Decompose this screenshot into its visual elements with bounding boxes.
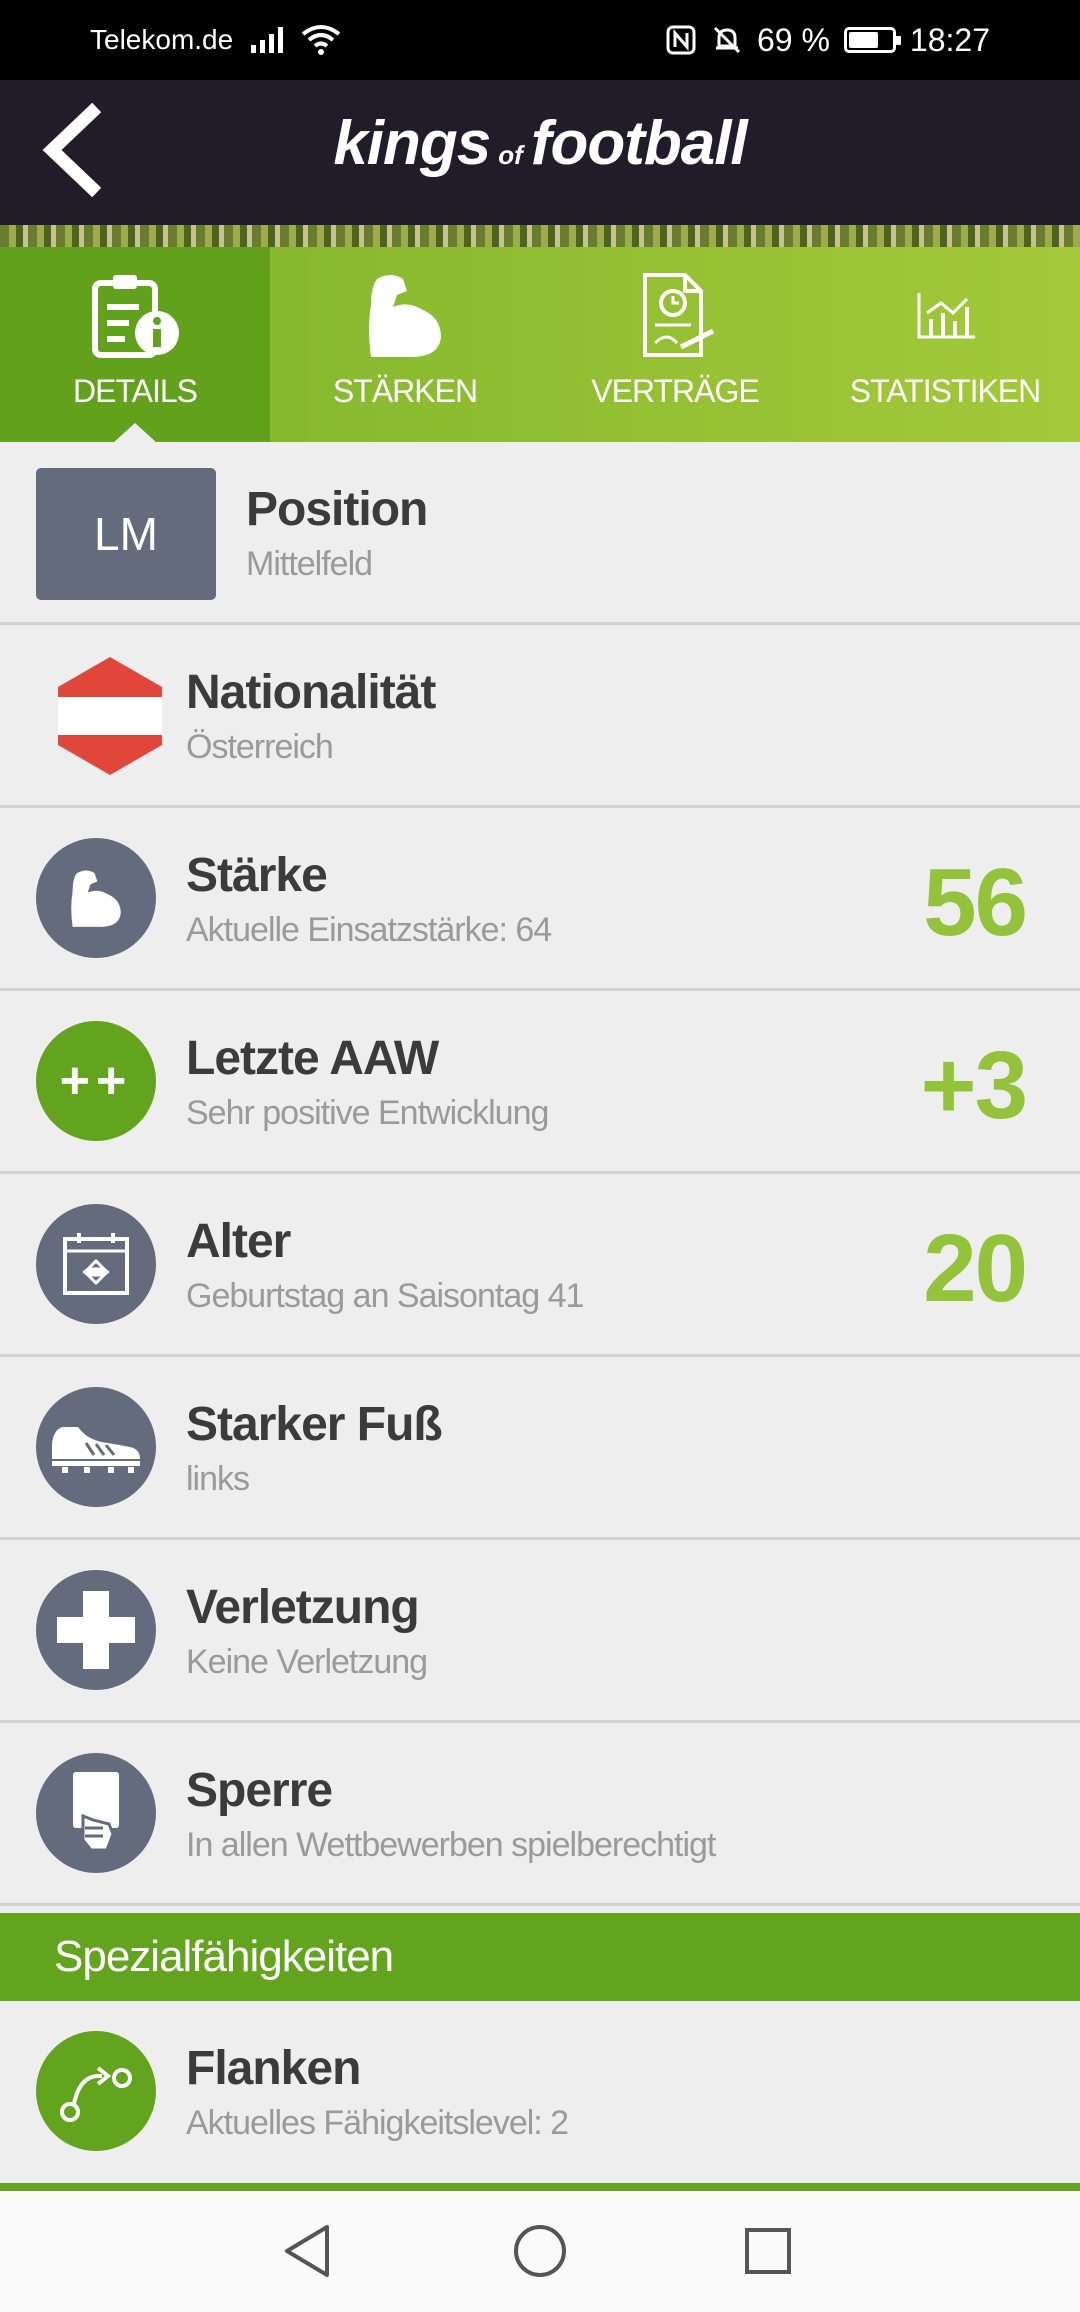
foot-icon-circle <box>36 1387 156 1507</box>
skill-icon-circle <box>36 2031 156 2151</box>
row-title: Starker Fuß <box>186 1398 443 1451</box>
nav-recents-button[interactable] <box>728 2211 808 2291</box>
row-subtitle: Aktuelles Fähigkeitslevel: 2 <box>186 2104 569 2142</box>
row-title: Stärke <box>186 849 328 902</box>
tab-bar: DETAILS STÄRKEN VERTRÄGE STATISTIKEN <box>0 247 1080 443</box>
signal-icon <box>251 27 284 53</box>
home-circle-icon <box>514 2225 566 2277</box>
row-subtitle: Sehr positive Entwicklung <box>186 1094 549 1132</box>
strong-foot-row: Starker Fuß links <box>0 1357 1080 1540</box>
battery-icon <box>843 27 901 53</box>
clock: 18:27 <box>909 21 990 58</box>
tab-details[interactable]: DETAILS <box>0 247 270 443</box>
tab-vertraege[interactable]: VERTRÄGE <box>540 247 810 442</box>
system-nav-bar <box>0 2191 1080 2312</box>
tab-label: STÄRKEN <box>332 373 478 409</box>
row-title: Letzte AAW <box>186 1032 439 1085</box>
special-skills-header: Spezialfähigkeiten <box>0 1913 1080 2001</box>
card-hand-icon <box>73 1772 119 1852</box>
carrier-name: Telekom.de <box>90 24 234 55</box>
mute-bell-icon <box>713 26 741 54</box>
plus-icon <box>57 1591 135 1669</box>
skill-row-flanken[interactable]: Flanken Aktuelles Fähigkeitslevel: 2 <box>0 2001 1080 2184</box>
tab-statistiken[interactable]: STATISTIKEN <box>810 247 1080 442</box>
position-row: LM Position Mittelfeld <box>0 442 1080 625</box>
app-header: kings of football <box>0 80 1080 225</box>
grass-banner <box>0 225 1080 247</box>
nav-home-button[interactable] <box>500 2211 580 2291</box>
tab-label: VERTRÄGE <box>591 373 759 409</box>
suspension-row: Sperre In allen Wettbewerben spielberech… <box>0 1723 1080 1906</box>
strength-row: Stärke Aktuelle Einsatzstärke: 64 56 <box>0 808 1080 991</box>
row-title: Position <box>246 483 428 536</box>
nationality-row: Nationalität Österreich <box>0 625 1080 808</box>
details-icon <box>92 275 179 358</box>
tab-label: DETAILS <box>73 373 198 409</box>
plus-plus-icon: ++ <box>36 1021 156 1141</box>
suspension-icon-circle <box>36 1753 156 1873</box>
injury-icon-circle <box>36 1570 156 1690</box>
recents-square-icon <box>745 2228 791 2274</box>
last-aaw-row: ++ Letzte AAW Sehr positive Entwicklung … <box>0 991 1080 1174</box>
row-title: Verletzung <box>186 1581 420 1634</box>
row-title: Sperre <box>186 1764 333 1817</box>
back-triangle-icon <box>285 2225 329 2277</box>
wifi-icon <box>301 25 341 55</box>
muscle-icon <box>369 275 441 357</box>
divider <box>0 2183 1080 2191</box>
row-title: Alter <box>186 1215 291 1268</box>
row-subtitle: Keine Verletzung <box>186 1643 428 1681</box>
chart-icon <box>917 293 975 339</box>
row-subtitle: Aktuelle Einsatzstärke: 64 <box>186 911 552 949</box>
battery-percent: 69 % <box>756 21 830 58</box>
cross-path-icon <box>60 2066 132 2122</box>
aaw-value: +3 <box>920 1032 1028 1139</box>
position-badge: LM <box>36 468 216 600</box>
app-logo: kings of football <box>333 109 747 178</box>
row-subtitle: Geburtstag an Saisontag 41 <box>186 1277 584 1315</box>
age-row: Alter Geburtstag an Saisontag 41 20 <box>0 1174 1080 1357</box>
row-subtitle: links <box>186 1460 250 1498</box>
tab-staerken[interactable]: STÄRKEN <box>270 247 540 442</box>
strength-value: 56 <box>923 849 1028 956</box>
calendar-icon <box>63 1233 129 1295</box>
nav-back-button[interactable] <box>268 2211 348 2291</box>
row-subtitle: Österreich <box>186 728 334 766</box>
football-boot-icon <box>52 1427 140 1473</box>
tab-label: STATISTIKEN <box>849 373 1041 409</box>
strength-icon-circle <box>36 838 156 958</box>
row-subtitle: Mittelfeld <box>246 545 373 583</box>
nfc-icon <box>666 25 696 55</box>
status-bar: Telekom.de 69 % 18:27 <box>0 0 1080 80</box>
age-icon-circle <box>36 1204 156 1324</box>
muscle-icon <box>71 870 121 927</box>
row-subtitle: In allen Wettbewerben spielberechtigt <box>186 1826 716 1864</box>
age-value: 20 <box>923 1215 1028 1322</box>
austria-flag-icon <box>58 657 162 775</box>
injury-row: Verletzung Keine Verletzung <box>0 1540 1080 1723</box>
row-title: Flanken <box>186 2042 361 2095</box>
contract-icon <box>643 273 715 357</box>
row-title: Nationalität <box>186 666 436 719</box>
